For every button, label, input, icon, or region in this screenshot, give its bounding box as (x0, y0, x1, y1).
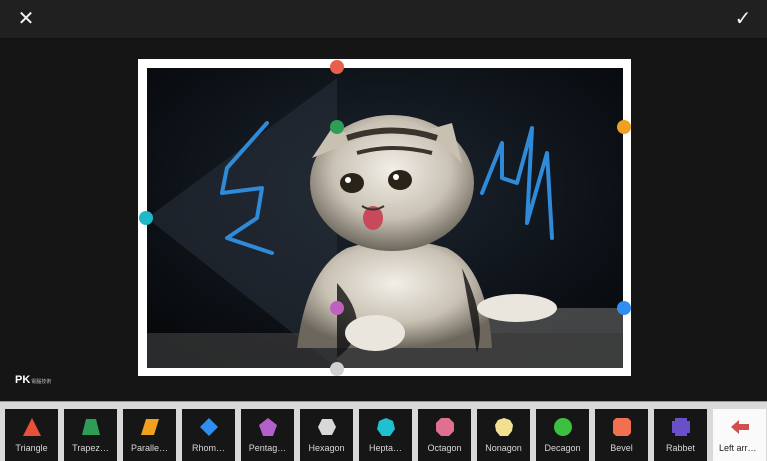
parallelogram-icon (140, 419, 159, 435)
shape-label: Bevel (610, 443, 633, 453)
watermark: PK電腦技術 (15, 374, 52, 386)
shape-label: Hepta… (368, 443, 403, 453)
shape-tile-nonagon[interactable]: Nonagon (477, 409, 530, 461)
kitten-photo (147, 68, 623, 368)
rabbet-icon (671, 418, 690, 436)
rhombus-icon (199, 418, 218, 436)
hexagon-icon (317, 419, 336, 435)
left-arrow-icon (730, 420, 749, 434)
shape-label: Triangle (15, 443, 48, 453)
handle-right-bottom[interactable] (617, 301, 631, 315)
handle-inner-bottom[interactable] (330, 301, 344, 315)
shape-label: Decagon (544, 443, 581, 453)
shape-label: Nonagon (485, 443, 522, 453)
shape-tile-decagon[interactable]: Decagon (536, 409, 589, 461)
shape-tile-bevel[interactable]: Bevel (595, 409, 648, 461)
shape-tile-trapezoid[interactable]: Trapez… (64, 409, 117, 461)
shape-tile-parallelogram[interactable]: Paralle… (123, 409, 176, 461)
shape-tile-rabbet[interactable]: Rabbet (654, 409, 707, 461)
checkmark-icon[interactable]: ✓ (731, 7, 755, 31)
pentagon-icon (258, 418, 277, 436)
shape-tile-triangle[interactable]: Triangle (5, 409, 58, 461)
shape-tile-left-arrow[interactable]: Left arr… (713, 409, 766, 461)
bevel-icon (612, 418, 631, 436)
photo (147, 68, 623, 368)
handle-inner-top[interactable] (330, 120, 344, 134)
handle-left[interactable] (139, 211, 153, 225)
shape-label: Paralle… (130, 443, 168, 453)
shape-tile-rhombus[interactable]: Rhom… (182, 409, 235, 461)
heptagon-icon (376, 418, 395, 436)
shape-label: Trapez… (72, 443, 109, 453)
shape-label: Octagon (427, 443, 462, 453)
shape-tile-pentagon[interactable]: Pentag… (241, 409, 294, 461)
handle-bottom[interactable] (330, 362, 344, 376)
shape-toolbar: Triangle Trapez… Paralle… Rhom… Pentag… … (0, 401, 767, 461)
shape-label: Pentag… (248, 443, 287, 453)
shape-label: Rabbet (665, 443, 696, 453)
octagon-icon (435, 418, 454, 436)
top-bar: ✕ ✓ (0, 0, 767, 39)
triangle-icon (22, 418, 41, 436)
shape-tile-heptagon[interactable]: Hepta… (359, 409, 412, 461)
handle-right-top[interactable] (617, 120, 631, 134)
nonagon-icon (494, 418, 513, 436)
shape-label: Left arr… (719, 443, 757, 453)
shape-tile-hexagon[interactable]: Hexagon (300, 409, 353, 461)
decagon-icon (553, 418, 572, 436)
handle-top[interactable] (330, 60, 344, 74)
trapezoid-icon (81, 419, 100, 435)
close-icon[interactable]: ✕ (14, 7, 38, 31)
shape-label: Hexagon (308, 443, 345, 453)
shape-tile-octagon[interactable]: Octagon (418, 409, 471, 461)
shape-label: Rhom… (191, 443, 225, 453)
